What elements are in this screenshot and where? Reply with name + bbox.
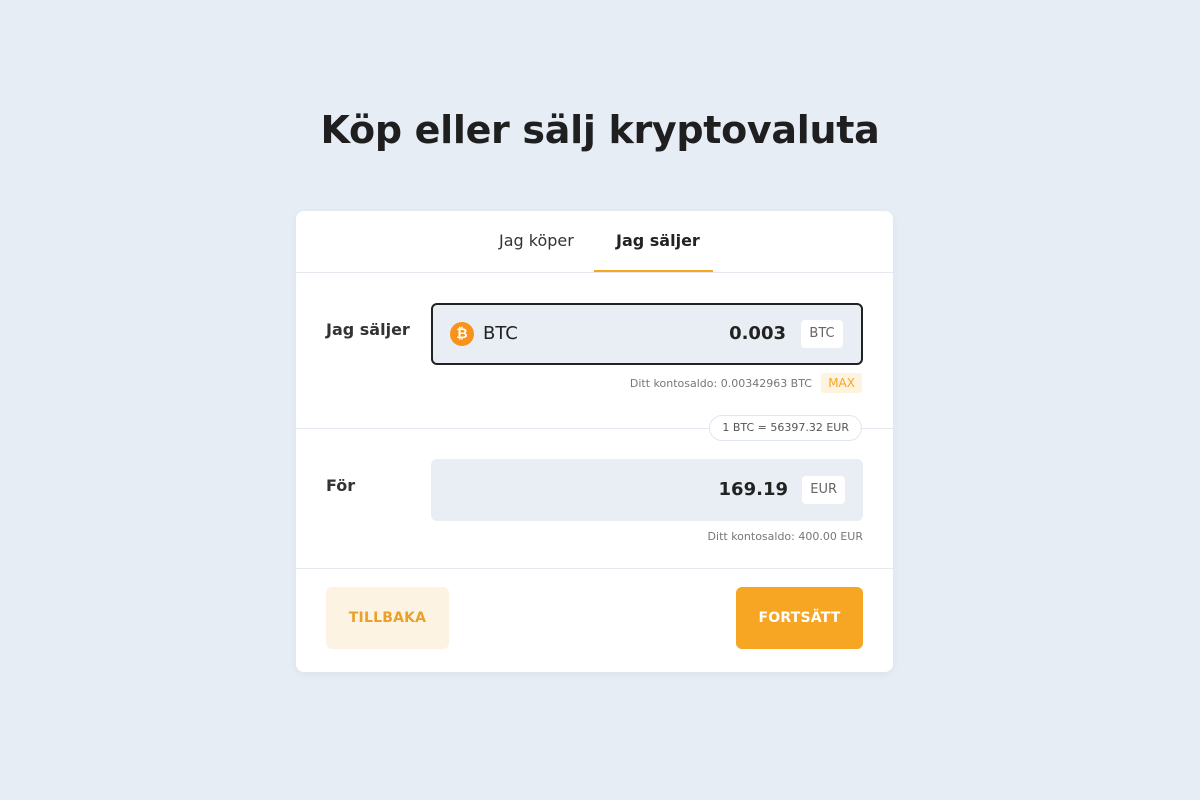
currency-name: BTC <box>483 323 518 344</box>
tab-buy[interactable]: Jag köper <box>499 231 574 250</box>
continue-button[interactable]: FORTSÄTT <box>736 587 863 649</box>
tab-bar: Jag köper Jag säljer <box>296 211 893 273</box>
for-label: För <box>326 476 356 495</box>
bitcoin-icon: ₿ <box>450 322 474 346</box>
exchange-rate-badge: 1 BTC = 56397.32 EUR <box>709 415 862 441</box>
active-tab-indicator <box>594 270 713 272</box>
receive-unit-badge: EUR <box>802 476 845 504</box>
exchange-card: Jag köper Jag säljer Jag säljer ₿ BTC 0.… <box>296 211 893 672</box>
sell-amount-input[interactable]: 0.003 <box>729 323 786 344</box>
sell-unit-badge: BTC <box>801 320 843 348</box>
back-button[interactable]: TILLBAKA <box>326 587 449 649</box>
page-title: Köp eller sälj kryptovaluta <box>320 108 880 152</box>
receive-amount-input[interactable]: 169.19 <box>719 479 788 500</box>
sell-label: Jag säljer <box>326 320 410 339</box>
sell-balance-text: Ditt kontosaldo: 0.00342963 BTC <box>629 377 812 390</box>
receive-balance-text: Ditt kontosaldo: 400.00 EUR <box>707 530 863 543</box>
max-button[interactable]: MAX <box>821 373 862 393</box>
receive-amount-field[interactable]: 169.19 EUR <box>431 459 863 521</box>
sell-amount-field[interactable]: ₿ BTC 0.003 BTC <box>431 303 863 365</box>
footer-divider <box>296 568 893 569</box>
tab-sell[interactable]: Jag säljer <box>616 231 700 250</box>
